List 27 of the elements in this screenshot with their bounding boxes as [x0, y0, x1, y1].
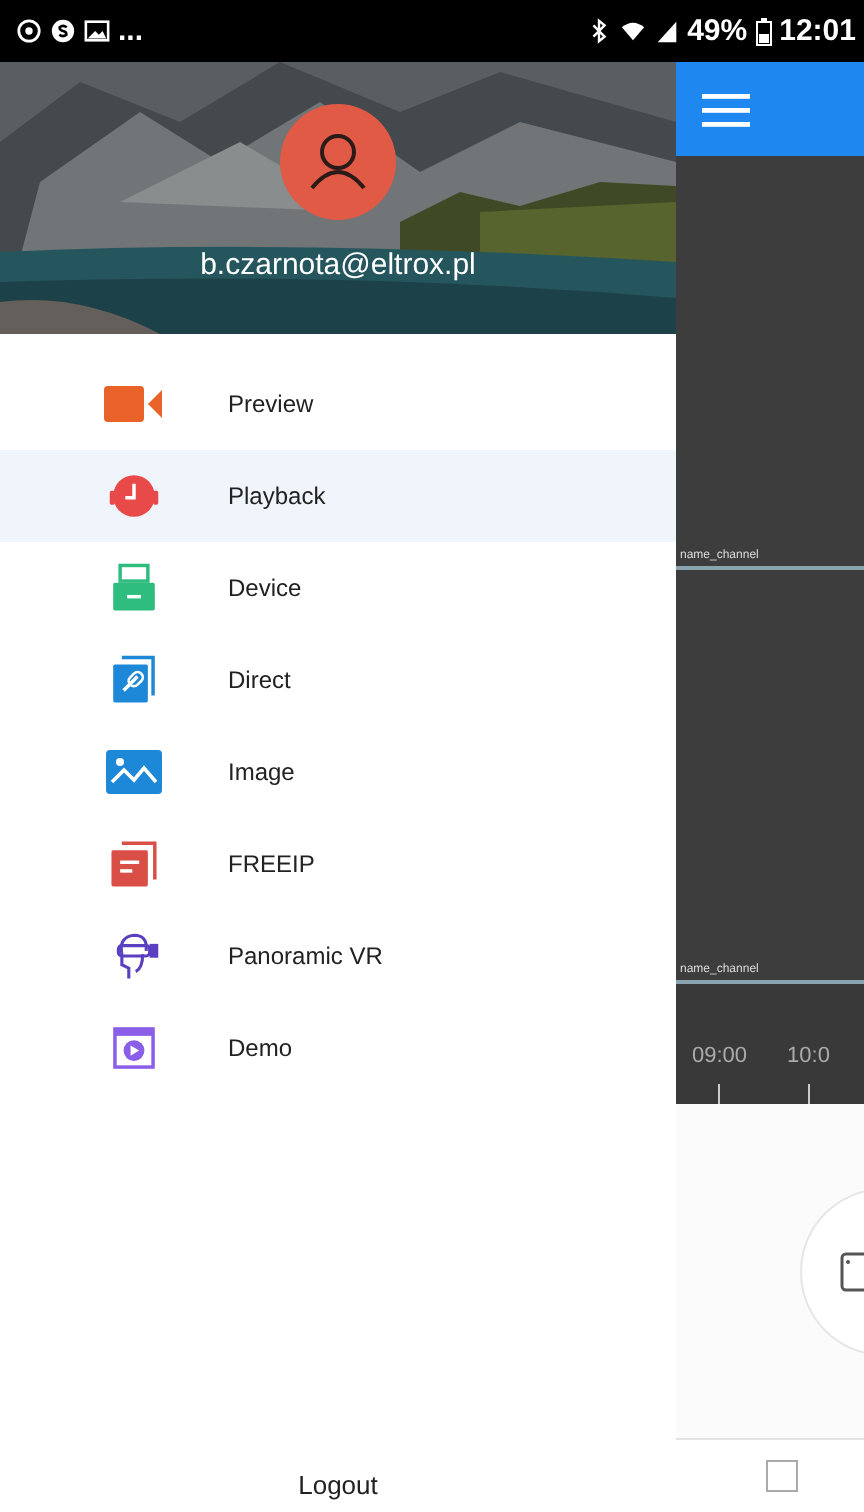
menu-item[interactable]: Playback: [0, 450, 676, 542]
landscape-image-icon: [104, 746, 164, 798]
avatar-icon[interactable]: [280, 104, 396, 220]
menu-item[interactable]: Direct: [0, 634, 676, 726]
clock-icon: [104, 470, 164, 522]
menu-item[interactable]: Device: [0, 542, 676, 634]
checkbox-icon[interactable]: [766, 1460, 798, 1492]
menu-icon[interactable]: [702, 91, 750, 127]
time-label: 10:0: [787, 1044, 830, 1068]
logout-button[interactable]: Logout: [286, 1466, 390, 1504]
gallery-icon: [84, 18, 110, 44]
menu-item[interactable]: Demo: [0, 1002, 676, 1094]
battery-icon: [755, 17, 772, 45]
menu-item[interactable]: Panoramic VR: [0, 910, 676, 1002]
time-label: 09:00: [692, 1044, 748, 1068]
battery-percent: 49%: [687, 14, 748, 48]
chat-icon: [50, 18, 76, 44]
sync-icon: [16, 18, 42, 44]
wifi-icon: [619, 18, 646, 44]
signal-icon: [653, 18, 680, 44]
menu-item[interactable]: Preview: [0, 358, 676, 450]
more-notifications: ...: [118, 14, 144, 48]
menu-item[interactable]: FREEIP: [0, 818, 676, 910]
account-email: b.czarnota@eltrox.pl: [200, 248, 476, 282]
frame-icon: [840, 1251, 864, 1291]
menu-item[interactable]: Image: [0, 726, 676, 818]
clock-time: 12:01: [779, 14, 856, 48]
